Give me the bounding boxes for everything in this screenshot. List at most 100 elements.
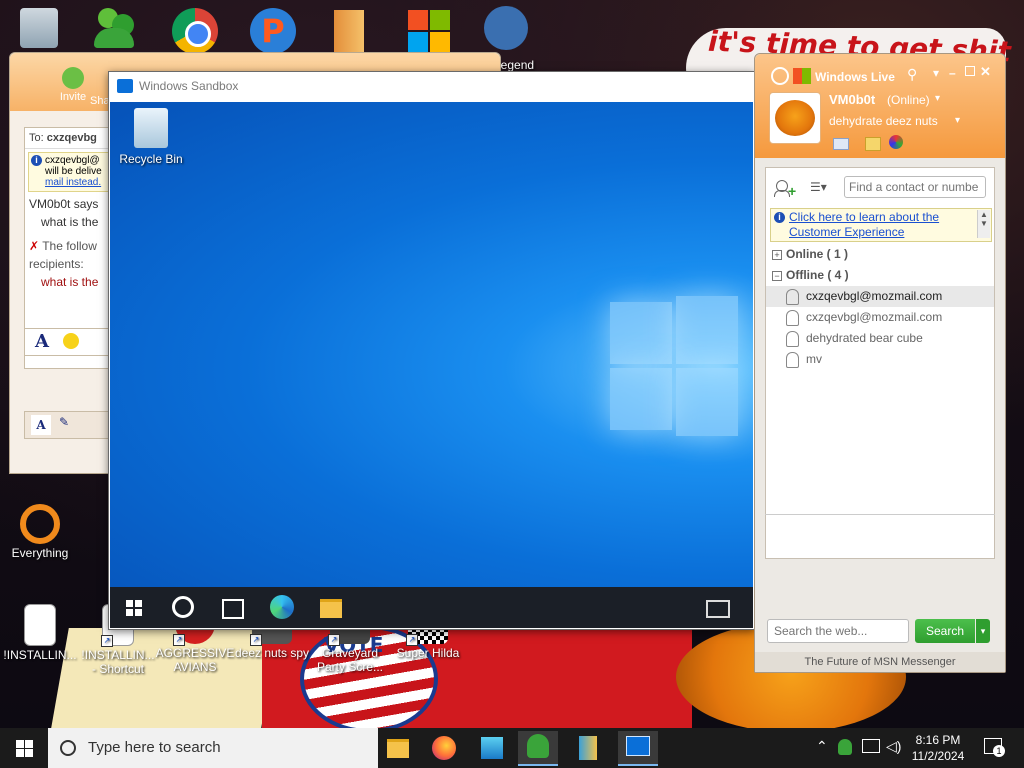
mail-icon[interactable]: [833, 138, 849, 150]
sandbox-tray-icon[interactable]: [706, 600, 730, 618]
windows-logo-wallpaper: [610, 296, 740, 436]
taskbar-app-books[interactable]: [568, 733, 608, 763]
everything-label: Everything: [11, 546, 69, 560]
contact-name: mv: [806, 352, 822, 366]
recycle-bin-label: Recycle Bin: [119, 152, 183, 166]
winrar-icon[interactable]: [334, 10, 364, 54]
recycle-bin-icon[interactable]: [20, 8, 58, 48]
chat-message: what is the: [41, 215, 99, 229]
show-hidden-icons[interactable]: ⌃: [816, 738, 828, 755]
collapse-icon[interactable]: −: [772, 271, 782, 281]
recycle-bin-icon: [134, 108, 168, 148]
font-icon[interactable]: A: [35, 331, 49, 352]
window-menu-icon[interactable]: ▾: [933, 66, 939, 80]
group-online[interactable]: + Online ( 1 ): [766, 244, 994, 265]
personal-message[interactable]: dehydrate deez nuts: [829, 114, 938, 128]
sandbox-recycle-bin[interactable]: Recycle Bin: [116, 108, 186, 166]
msn-icon: [527, 734, 549, 758]
search-dropdown-icon[interactable]: ▾: [976, 619, 990, 643]
close-button[interactable]: ✕: [980, 64, 991, 80]
contact-item[interactable]: dehydrated bear cube: [766, 328, 994, 349]
start-icon[interactable]: [126, 600, 142, 616]
to-row: To: cxzqevbg: [25, 128, 117, 149]
windows-sandbox-window[interactable]: Windows Sandbox Recycle Bin: [108, 71, 755, 630]
sandbox-titlebar[interactable]: Windows Sandbox: [109, 72, 754, 101]
emoticon-icon[interactable]: [63, 333, 79, 349]
notice-scrollbar[interactable]: ▲ ▼: [977, 210, 990, 238]
error-icon: ✗: [29, 239, 40, 253]
desktop-icon-everything[interactable]: Everything: [0, 504, 80, 560]
avatar[interactable]: [769, 92, 821, 144]
email-instead-link[interactable]: mail instead.: [45, 177, 111, 188]
web-search-input[interactable]: [767, 619, 909, 643]
network-icon[interactable]: [862, 739, 880, 753]
taskbar-firefox[interactable]: [424, 733, 464, 763]
desktop-icon-label: Super Hilda: [396, 646, 460, 660]
legend-character-icon[interactable]: [484, 6, 528, 50]
msn-menu-icon[interactable]: [771, 67, 789, 85]
maximize-button[interactable]: [965, 66, 975, 76]
volume-icon[interactable]: ◁): [886, 738, 901, 755]
msn-tray-icon[interactable]: [838, 739, 852, 755]
sandbox-icon: [626, 736, 650, 756]
type-mode-icon[interactable]: A: [31, 415, 51, 435]
chrome-icon[interactable]: [172, 8, 218, 54]
clock-time: 8:16 PM: [915, 733, 961, 747]
list-options-icon[interactable]: ☰▾: [810, 180, 834, 196]
personal-message-dropdown-icon[interactable]: ▾: [955, 115, 960, 126]
group-offline[interactable]: − Offline ( 4 ): [766, 265, 994, 286]
web-search-button[interactable]: Search: [915, 619, 975, 643]
expand-icon[interactable]: +: [772, 250, 782, 260]
task-view-icon[interactable]: [222, 599, 244, 619]
pumpkin-avatar-icon: [775, 100, 815, 136]
app-cube-icon: [481, 737, 503, 759]
add-contact-icon[interactable]: +: [774, 178, 796, 198]
to-value: cxzqevbg: [46, 132, 97, 144]
display-name[interactable]: VM0b0t: [829, 92, 875, 107]
desktop-icon-installin[interactable]: !INSTALLIN...: [0, 604, 80, 662]
customize-icon[interactable]: ⚲: [907, 66, 917, 83]
start-button[interactable]: [16, 740, 33, 757]
live-services-icon[interactable]: [889, 135, 903, 149]
clock-date: 11/2/2024: [911, 749, 965, 763]
msn-messenger-window[interactable]: Windows Live ⚲ ▾ – ✕ VM0b0t (Online) ▾ d…: [754, 53, 1006, 673]
contact-item[interactable]: cxzqevbgl@mozmail.com: [766, 286, 994, 307]
spaces-icon[interactable]: [865, 137, 881, 151]
edge-icon[interactable]: [270, 595, 294, 619]
file-explorer-icon[interactable]: [320, 599, 342, 618]
failed-message: what is the: [41, 275, 99, 289]
to-label: To:: [29, 132, 44, 144]
windows-defender-icon[interactable]: [408, 10, 450, 52]
contact-item[interactable]: mv: [766, 349, 994, 370]
sandbox-desktop[interactable]: Recycle Bin: [110, 102, 753, 587]
sender-says: VM0b0t says: [29, 197, 99, 211]
invite-label: Invite: [59, 91, 87, 103]
customer-experience-link[interactable]: Click here to learn about the Customer E…: [789, 210, 965, 240]
info-icon: i: [31, 155, 42, 166]
msn-footer[interactable]: The Future of MSN Messenger: [755, 652, 1005, 672]
info-icon: i: [774, 212, 785, 223]
minimize-button[interactable]: –: [949, 66, 956, 80]
desktop-icon-label: deez nuts spy: [234, 646, 310, 660]
search-icon[interactable]: [172, 596, 194, 618]
find-contact-input[interactable]: [844, 176, 986, 198]
taskbar-sandbox[interactable]: [618, 731, 658, 766]
p-app-icon[interactable]: P: [250, 8, 296, 54]
folder-icon: [387, 739, 409, 758]
taskbar-search-box[interactable]: Type here to search: [48, 728, 378, 768]
taskbar-msn[interactable]: [518, 731, 558, 766]
taskbar-file-explorer[interactable]: [378, 733, 418, 763]
offline-person-icon: [786, 352, 799, 368]
status-label[interactable]: (Online): [887, 93, 930, 107]
notification-center-icon[interactable]: 1: [984, 738, 1005, 757]
delivery-notice: i cxzqevbgl@ will be delive mail instead…: [28, 152, 114, 192]
taskbar-app-blue[interactable]: [472, 733, 512, 763]
handwrite-mode-icon[interactable]: ✎: [59, 415, 69, 429]
clock[interactable]: 8:16 PM 11/2/2024: [906, 732, 970, 764]
contact-item[interactable]: cxzqevbgl@mozmail.com: [766, 307, 994, 328]
msn-people-icon[interactable]: [94, 8, 140, 50]
status-dropdown-icon[interactable]: ▾: [935, 93, 940, 104]
share-label[interactable]: Sha: [90, 95, 110, 107]
group-label: Offline ( 4 ): [786, 268, 849, 282]
sandbox-app-icon: [117, 79, 133, 93]
